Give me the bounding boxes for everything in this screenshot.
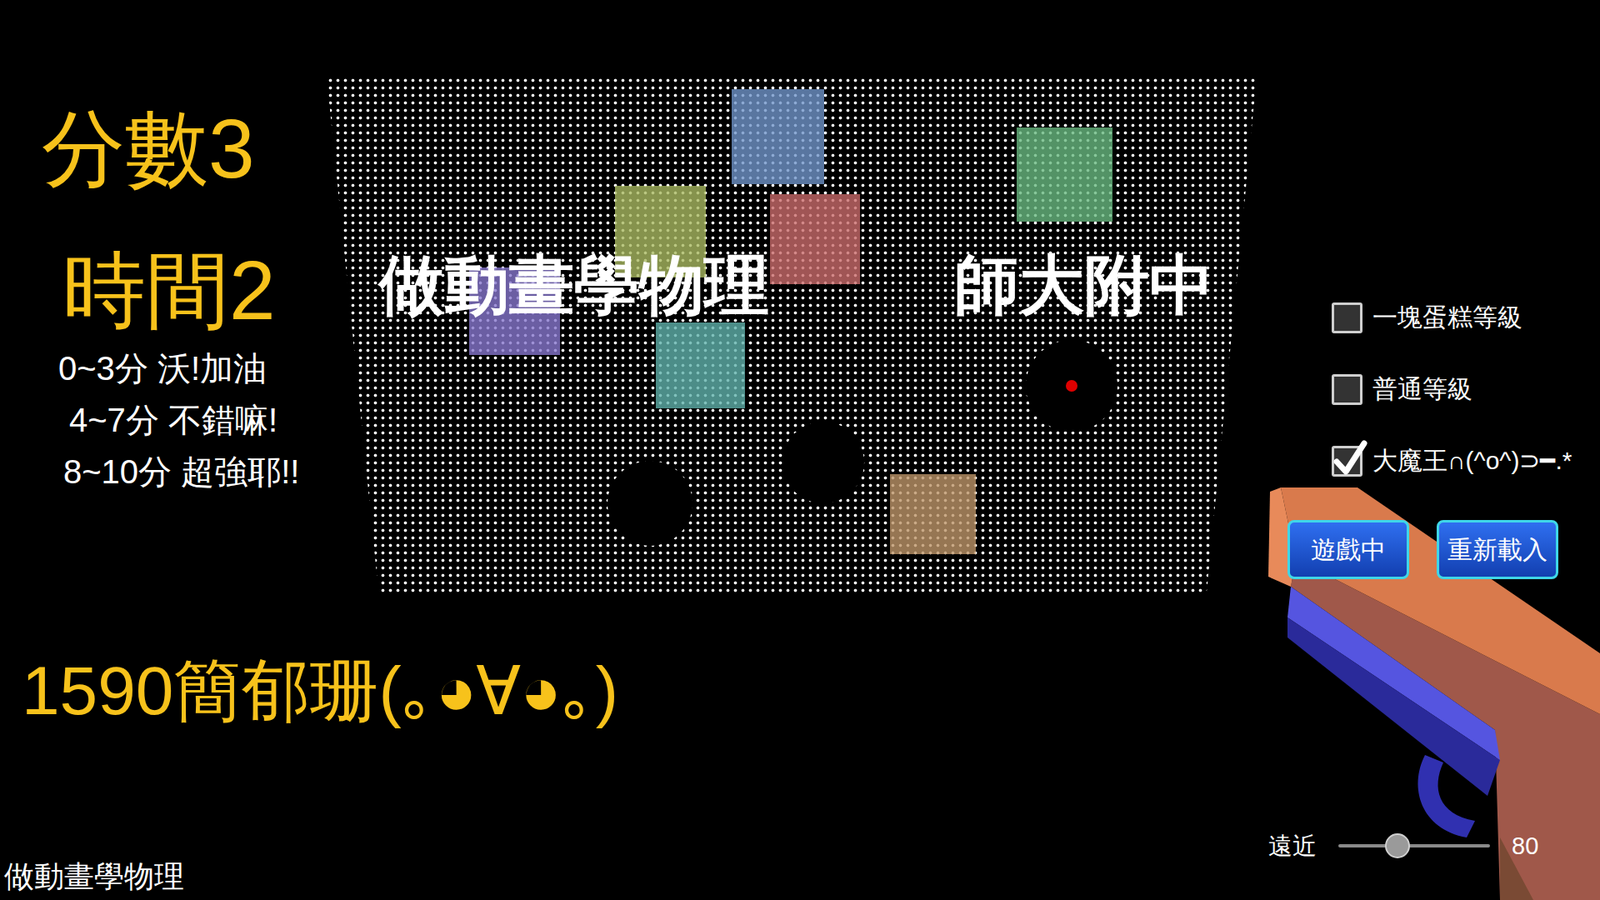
game-button[interactable]: 遊戲中 <box>1287 520 1410 580</box>
rating-line: 8~10分 超強耶!! <box>63 451 300 492</box>
footer-title: 做動畫學物理 <box>4 858 185 895</box>
target-square[interactable] <box>1016 127 1113 222</box>
game-screen: 做動畫學物理 師大附中 分數3 時間2 0~3分 沃!加油 4~7分 不錯嘛! 8~10分 … <box>0 0 1600 900</box>
check-icon <box>1332 440 1368 477</box>
slider-track[interactable] <box>1338 833 1490 859</box>
distance-slider: 遠近 80 <box>1268 831 1539 861</box>
level-label: 一塊蛋糕等級 <box>1372 302 1523 333</box>
level-option[interactable]: 一塊蛋糕等級 <box>1331 301 1572 334</box>
level-option[interactable]: 大魔王∩(^o^)⊃━.* <box>1331 445 1572 477</box>
slider-reading: 80 <box>1511 831 1539 861</box>
slider-thumb[interactable] <box>1385 833 1410 859</box>
target-square[interactable] <box>890 474 976 555</box>
level-checkbox[interactable] <box>1331 445 1363 477</box>
slider-rail <box>1338 844 1490 848</box>
level-label: 大魔王∩(^o^)⊃━.* <box>1372 445 1572 476</box>
target-square[interactable] <box>770 194 860 285</box>
rating-list: 0~3分 沃!加油 4~7分 不錯嘛! 8~10分 超強耶!! <box>0 348 300 492</box>
wall-label: 師大附中 <box>954 250 1215 322</box>
game-button[interactable]: 重新載入 <box>1436 520 1559 580</box>
level-checkbox[interactable] <box>1331 302 1363 334</box>
rating-line: 4~7分 不錯嘛! <box>69 400 300 440</box>
slider-label: 遠近 <box>1268 831 1317 861</box>
target-square[interactable] <box>655 322 745 409</box>
hud-panel: 分數3 時間2 0~3分 沃!加油 4~7分 不錯嘛! 8~10分 超強耶!! <box>0 98 300 492</box>
level-option[interactable]: 普通等級 <box>1331 373 1572 405</box>
rating-line: 0~3分 沃!加油 <box>58 348 300 389</box>
bullet-hole <box>607 460 693 546</box>
player-name: 1590簡郁珊(｡◕∀◕｡) <box>21 650 619 732</box>
aim-dot <box>1065 380 1078 392</box>
level-checkbox[interactable] <box>1331 374 1363 405</box>
level-list: 一塊蛋糕等級普通等級大魔王∩(^o^)⊃━.* <box>1331 301 1572 477</box>
bullet-hole <box>1025 340 1118 432</box>
bullet-hole <box>782 421 865 504</box>
time-text: 時間2 <box>62 240 276 340</box>
target-wall[interactable]: 做動畫學物理 師大附中 <box>326 76 1257 595</box>
target-square[interactable] <box>731 89 825 185</box>
wall-label: 做動畫學物理 <box>379 250 770 322</box>
score-text: 分數3 <box>41 98 255 199</box>
level-label: 普通等級 <box>1372 374 1473 405</box>
